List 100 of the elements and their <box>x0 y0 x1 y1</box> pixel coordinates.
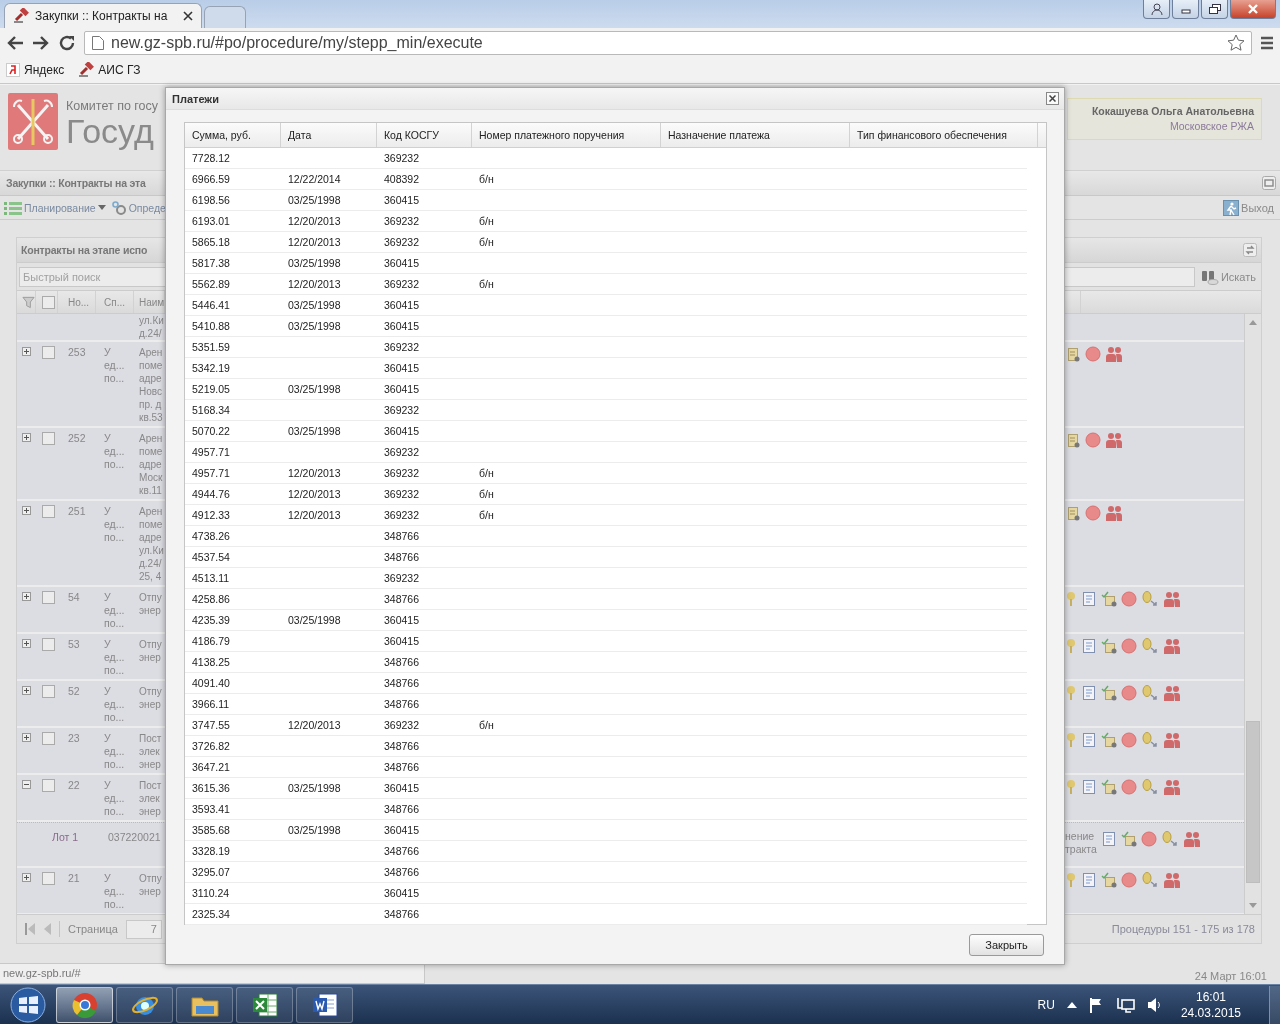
column-header[interactable]: Тип финансового обеспечения <box>850 123 1038 147</box>
language-indicator[interactable]: RU <box>1037 997 1055 1012</box>
taskbar-button[interactable] <box>56 986 113 1023</box>
expand-icon[interactable] <box>22 686 31 695</box>
table-cell: 12/20/2013 <box>288 278 341 290</box>
column-header[interactable]: Назначение платежа <box>661 123 850 147</box>
document-check-icon <box>1101 779 1117 795</box>
table-cell: 4258.86 <box>192 593 230 605</box>
close-button[interactable] <box>1046 92 1059 105</box>
users-icon <box>1163 685 1181 701</box>
row-checkbox[interactable] <box>42 346 55 359</box>
table-cell: У ед... по... <box>104 591 125 629</box>
table-cell: Отпу энер <box>139 639 162 663</box>
clock-time[interactable]: 16:01 <box>1195 988 1226 1005</box>
table-cell: б/н <box>479 215 494 227</box>
taskbar-button[interactable] <box>236 986 293 1023</box>
table-cell: 348766 <box>384 845 420 857</box>
table-cell: 3966.11 <box>192 698 230 710</box>
reload-icon[interactable] <box>58 33 76 52</box>
table-cell: 5070.22 <box>192 425 230 437</box>
table-cell: У ед... по... <box>104 638 125 676</box>
close-icon[interactable] <box>183 11 193 21</box>
users-icon <box>1105 346 1123 362</box>
column-header[interactable]: Код КОСГУ <box>377 123 472 147</box>
table-cell: 4186.79 <box>192 635 230 647</box>
volume-icon[interactable] <box>1146 996 1161 1013</box>
row-checkbox[interactable] <box>42 685 55 698</box>
table-cell-text: 037220021 <box>108 831 161 845</box>
expand-icon[interactable] <box>22 873 31 882</box>
table-cell: 5168.34 <box>192 404 230 416</box>
expand-icon[interactable] <box>22 639 31 648</box>
row-checkbox[interactable] <box>42 591 55 604</box>
table-cell: 348766 <box>384 677 420 689</box>
table-cell: Отпу энер <box>139 592 162 616</box>
expand-icon[interactable] <box>22 433 31 442</box>
key-icon <box>1065 872 1077 888</box>
table-cell: 253 <box>68 346 86 358</box>
table-cell: 369232 <box>384 236 420 248</box>
user-organization: Московское РЖА <box>1169 120 1254 132</box>
collapse-icon[interactable] <box>22 780 31 789</box>
close-button[interactable] <box>1230 0 1276 19</box>
expand-icon[interactable] <box>22 733 31 742</box>
notepad-icon <box>1081 638 1097 654</box>
key-icon <box>1065 779 1077 795</box>
expand-icon[interactable] <box>22 506 31 515</box>
table-cell: б/н <box>479 488 494 500</box>
restore-icon <box>1208 4 1221 14</box>
bookmark-link[interactable]: АИС ГЗ <box>78 62 141 78</box>
forward-icon[interactable] <box>32 34 50 51</box>
taskbar-button[interactable] <box>116 986 173 1023</box>
column-header[interactable]: Дата <box>281 123 377 147</box>
table-cell: У ед... по... <box>104 872 125 910</box>
maximize-button[interactable] <box>1201 0 1228 19</box>
browser-tab[interactable]: Закупки :: Контракты на <box>4 3 202 28</box>
row-checkbox[interactable] <box>42 432 55 445</box>
table-cell: 369232 <box>384 341 420 353</box>
header-checkbox[interactable] <box>42 295 55 309</box>
document-icon <box>1065 346 1081 362</box>
table-cell: 251 <box>68 505 86 517</box>
profile-button[interactable] <box>1143 0 1170 19</box>
table-cell: 03/25/1998 <box>288 257 341 269</box>
row-checkbox[interactable] <box>42 872 55 885</box>
network-icon[interactable] <box>1116 996 1135 1013</box>
table-cell: 4537.54 <box>192 551 230 563</box>
row-checkbox[interactable] <box>42 732 55 745</box>
taskbar-button[interactable] <box>296 986 353 1023</box>
table-cell: 4944.76 <box>192 488 230 500</box>
scrollbar[interactable] <box>1244 314 1261 914</box>
table-cell: Пост элек энер <box>139 780 162 817</box>
table-cell: 23 <box>68 732 80 744</box>
table-cell: Арен поме адре ул.Ки д.24/ 25, 4 <box>139 506 164 582</box>
column-header[interactable]: Сумма, руб. <box>185 123 281 147</box>
row-checkbox[interactable] <box>42 638 55 651</box>
close-dialog-button[interactable]: Закрыть <box>969 934 1044 956</box>
address-field[interactable]: new.gz-spb.ru/#po/procedure/my/stepp_min/execute <box>84 30 1252 55</box>
clock-date[interactable]: 24.03.2015 <box>1180 1004 1241 1021</box>
coin-icon <box>1141 685 1159 701</box>
refresh-icon[interactable] <box>1243 243 1257 257</box>
table-cell: 369232 <box>384 719 420 731</box>
table-cell: 360415 <box>384 887 420 899</box>
show-hidden-icon[interactable] <box>1066 1001 1077 1008</box>
notepad-icon <box>1081 685 1097 701</box>
column-header[interactable]: Номер платежного поручения <box>472 123 661 147</box>
expand-icon[interactable] <box>22 347 31 356</box>
table-cell: 22 <box>68 779 80 791</box>
back-icon[interactable] <box>6 34 24 51</box>
show-desktop-button[interactable] <box>1269 985 1280 1024</box>
table-cell: У ед... по... <box>104 732 125 770</box>
y-square-icon <box>6 63 20 77</box>
bookmark-link[interactable]: Яндекс <box>6 63 65 77</box>
table-cell: 360415 <box>384 614 420 626</box>
star-icon[interactable] <box>1227 33 1245 52</box>
scrollbar-thumb[interactable] <box>1246 721 1260 883</box>
menu-icon[interactable] <box>1260 35 1274 50</box>
users-icon <box>1105 505 1123 521</box>
users-icon <box>1105 432 1123 448</box>
expand-icon[interactable] <box>22 592 31 601</box>
taskbar-button[interactable] <box>176 986 233 1023</box>
row-checkbox[interactable] <box>42 779 55 792</box>
row-checkbox[interactable] <box>42 505 55 518</box>
